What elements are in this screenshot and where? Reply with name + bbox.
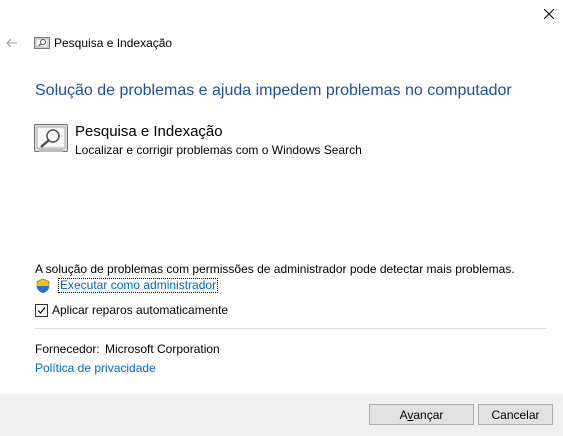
next-button-label: Avançar [399,407,444,422]
tool-name: Pesquisa e Indexação [75,123,223,140]
checkmark-icon [37,307,46,314]
privacy-policy-link[interactable]: Política de privacidade [35,361,156,375]
run-as-admin-link[interactable]: Executar como administrador [58,278,219,293]
search-indexing-icon [34,37,50,49]
admin-note: A solução de problemas com permissões de… [35,262,515,276]
window-title: Pesquisa e Indexação [54,36,173,50]
page-heading: Solução de problemas e ajuda impedem pro… [35,82,512,99]
close-button[interactable] [536,3,562,25]
vendor-label: Fornecedor: [35,342,100,356]
cancel-button-label: Cancelar [491,407,540,422]
tool-description: Localizar e corrigir problemas com o Win… [75,143,362,157]
back-button[interactable] [1,33,23,53]
search-indexing-icon [34,124,68,152]
auto-repair-checkbox[interactable] [35,304,48,317]
divider [35,328,547,329]
next-button[interactable]: Avançar [369,404,474,425]
auto-repair-label[interactable]: Aplicar reparos automaticamente [52,303,228,317]
vendor-value: Microsoft Corporation [105,342,220,356]
close-icon [544,9,554,19]
back-arrow-icon [6,38,17,48]
shield-icon [36,278,50,294]
cancel-button[interactable]: Cancelar [478,404,553,425]
